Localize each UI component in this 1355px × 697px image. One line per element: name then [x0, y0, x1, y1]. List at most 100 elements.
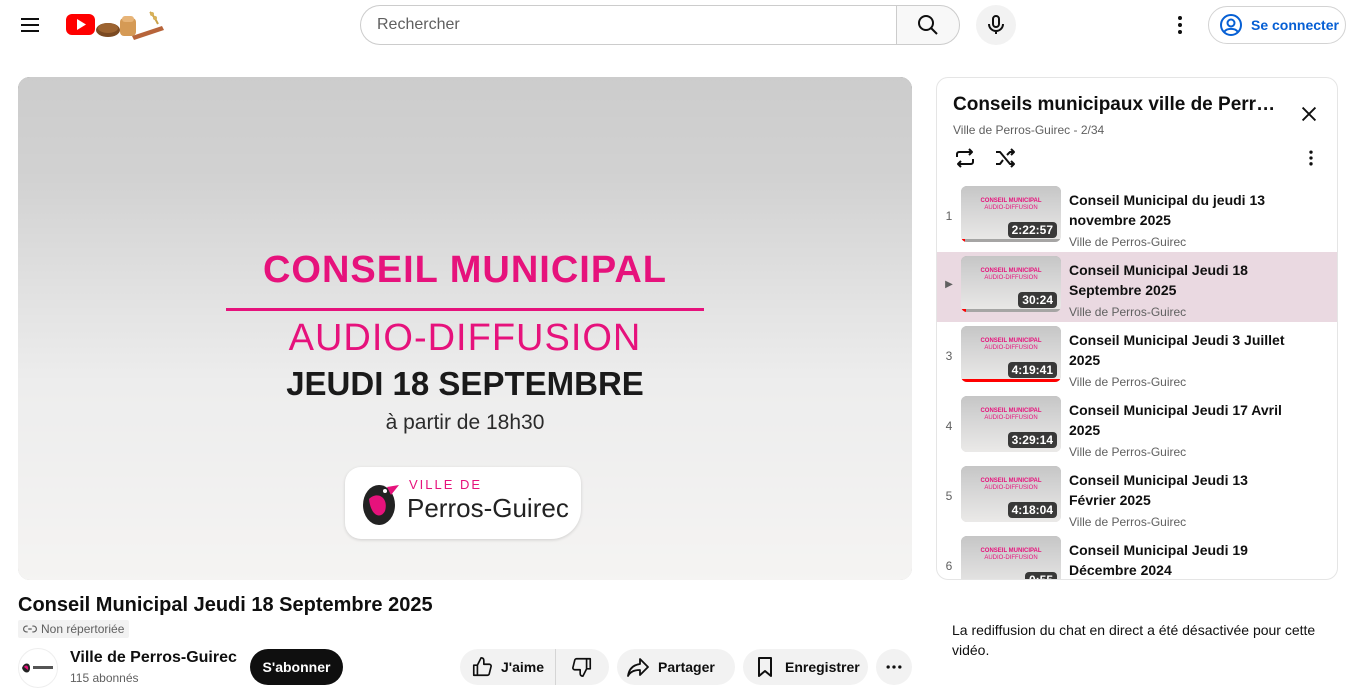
microphone-icon — [988, 15, 1004, 34]
playlist-owner[interactable]: Ville de Perros-Guirec — [953, 123, 1070, 137]
video-player[interactable]: CONSEIL MUNICIPAL AUDIO-DIFFUSION JEUDI … — [18, 77, 912, 580]
playlist-item-channel: Ville de Perros-Guirec — [1069, 305, 1187, 319]
thumbnail-line-1: CONSEIL MUNICIPAL — [980, 408, 1042, 414]
thumbs-up-icon — [472, 657, 492, 677]
shuffle-button[interactable] — [991, 144, 1019, 172]
menu-button[interactable] — [10, 5, 50, 45]
close-playlist-button[interactable] — [1293, 98, 1325, 130]
visibility-badge: Non répertoriée — [18, 620, 130, 638]
thumbnail-progress — [961, 239, 965, 242]
youtube-logo[interactable] — [66, 8, 166, 42]
save-label: Enregistrer — [785, 659, 860, 675]
playlist-item-title[interactable]: Conseil Municipal Jeudi 3 Juillet 2025 — [1069, 330, 1289, 370]
thumbnail-line-2: AUDIO-DIFFUSION — [984, 345, 1038, 351]
like-button[interactable]: J'aime — [460, 649, 556, 685]
voice-search-button[interactable] — [976, 5, 1016, 45]
playlist-item-index: 4 — [945, 419, 953, 433]
thumbnail-progress — [961, 309, 966, 312]
search-input[interactable] — [377, 16, 897, 34]
playlist-item-duration: 0:55 — [1024, 572, 1057, 579]
playlist-item-thumbnail[interactable]: CONSEIL MUNICIPAL AUDIO-DIFFUSION 4:18:04 — [961, 466, 1061, 522]
playlist-item-title[interactable]: Conseil Municipal Jeudi 19 Décembre 2024 — [1069, 540, 1289, 579]
playlist-item-thumbnail[interactable]: CONSEIL MUNICIPAL AUDIO-DIFFUSION 30:24 — [961, 256, 1061, 312]
thumbnail-line-1: CONSEIL MUNICIPAL — [980, 548, 1042, 554]
search-box[interactable] — [360, 5, 897, 45]
subscribe-button[interactable]: S'abonner — [250, 649, 343, 685]
playlist-item-title[interactable]: Conseil Municipal Jeudi 17 Avril 2025 — [1069, 400, 1289, 440]
playlist-position: 2/34 — [1080, 123, 1105, 137]
city-logo-top: VILLE DE — [409, 477, 483, 492]
close-icon — [1301, 106, 1317, 122]
like-label: J'aime — [501, 659, 545, 675]
more-vert-icon — [1309, 150, 1313, 166]
poster-time: à partir de 18h30 — [385, 411, 545, 434]
thumbnail-line-2: AUDIO-DIFFUSION — [984, 205, 1038, 211]
share-label: Partager — [658, 659, 715, 675]
playlist-item-duration: 4:18:04 — [1007, 502, 1057, 518]
channel-name[interactable]: Ville de Perros-Guirec — [70, 649, 237, 667]
visibility-label: Non répertoriée — [41, 622, 125, 636]
more-actions-button[interactable] — [876, 649, 912, 685]
playlist-item-thumbnail[interactable]: CONSEIL MUNICIPAL AUDIO-DIFFUSION 3:29:14 — [961, 396, 1061, 452]
like-dislike-group: J'aime — [460, 649, 609, 685]
thumbnail-line-2: AUDIO-DIFFUSION — [984, 555, 1038, 561]
thumbnail-progress — [961, 379, 1061, 382]
video-title: Conseil Municipal Jeudi 18 Septembre 202… — [18, 594, 433, 616]
playlist-item-title[interactable]: Conseil Municipal Jeudi 13 Février 2025 — [1069, 470, 1289, 510]
playlist-item-thumbnail[interactable]: CONSEIL MUNICIPAL AUDIO-DIFFUSION 4:19:41 — [961, 326, 1061, 382]
playlist-item[interactable]: 5 CONSEIL MUNICIPAL AUDIO-DIFFUSION 4:18:04… — [937, 462, 1337, 532]
city-logo: VILLE DE Perros-Guirec — [345, 467, 581, 539]
playlist-item-channel: Ville de Perros-Guirec — [1069, 445, 1187, 459]
thumbnail-line-1: CONSEIL MUNICIPAL — [980, 338, 1042, 344]
loop-icon — [956, 148, 974, 168]
sign-in-button[interactable]: Se connecter — [1208, 6, 1346, 44]
channel-logo-icon — [22, 663, 53, 673]
city-logo-name: Perros-Guirec — [407, 493, 569, 523]
thumbnail-line-2: AUDIO-DIFFUSION — [984, 485, 1038, 491]
playlist-item[interactable]: 3 CONSEIL MUNICIPAL AUDIO-DIFFUSION 4:19:41… — [937, 322, 1337, 392]
link-icon — [23, 625, 37, 633]
chat-disabled-note: La rediffusion du chat en direct a été d… — [952, 622, 1316, 658]
more-horiz-icon — [886, 665, 902, 669]
share-icon — [627, 658, 649, 677]
search-button[interactable] — [896, 5, 960, 45]
dislike-button[interactable] — [556, 649, 608, 685]
loop-button[interactable] — [951, 144, 979, 172]
playlist-item-index: 3 — [945, 349, 953, 363]
playlist-more-button[interactable] — [1297, 144, 1325, 172]
playlist-item-index: 5 — [945, 489, 953, 503]
playlist-item-duration: 4:19:41 — [1007, 362, 1057, 378]
subscriber-count: 115 abonnés — [70, 671, 139, 685]
account-icon — [1220, 14, 1242, 36]
playlist-item-duration: 2:22:57 — [1007, 222, 1057, 238]
thumbnail-progress-track — [961, 239, 1061, 242]
playlist-item-thumbnail[interactable]: CONSEIL MUNICIPAL AUDIO-DIFFUSION 0:55 — [961, 536, 1061, 579]
shuffle-icon — [996, 148, 1015, 168]
poster-divider — [226, 308, 704, 311]
save-button[interactable]: Enregistrer — [743, 649, 868, 685]
search-icon — [918, 15, 938, 35]
thumbnail-line-1: CONSEIL MUNICIPAL — [980, 198, 1042, 204]
playlist-item[interactable]: ▶ CONSEIL MUNICIPAL AUDIO-DIFFUSION 30:24 Co… — [937, 252, 1337, 322]
playlist-item-channel: Ville de Perros-Guirec — [1069, 375, 1187, 389]
playlist-item-title[interactable]: Conseil Municipal du jeudi 13 novembre 2… — [1069, 190, 1289, 230]
playlist-meta: Ville de Perros-Guirec - 2/34 — [953, 123, 1104, 137]
playlist-item-index: 6 — [945, 559, 953, 573]
settings-menu-button[interactable] — [1160, 5, 1200, 45]
playlist-item[interactable]: 1 CONSEIL MUNICIPAL AUDIO-DIFFUSION 2:22:57… — [937, 182, 1337, 252]
playlist-item-channel: Ville de Perros-Guirec — [1069, 515, 1187, 529]
playlist-item-title[interactable]: Conseil Municipal Jeudi 18 Septembre 202… — [1069, 260, 1289, 300]
playlist-separator: - — [1073, 123, 1081, 137]
playlist-item-thumbnail[interactable]: CONSEIL MUNICIPAL AUDIO-DIFFUSION 2:22:57 — [961, 186, 1061, 242]
playlist-items: 1 CONSEIL MUNICIPAL AUDIO-DIFFUSION 2:22:57… — [937, 182, 1337, 579]
channel-avatar[interactable] — [18, 648, 58, 688]
playlist-item-channel: Ville de Perros-Guirec — [1069, 235, 1187, 249]
playlist-panel: Conseils municipaux ville de Perros-Guir… — [936, 77, 1338, 580]
share-button[interactable]: Partager — [617, 649, 735, 685]
playlist-item[interactable]: 4 CONSEIL MUNICIPAL AUDIO-DIFFUSION 3:29:14… — [937, 392, 1337, 462]
thumbnail-progress-track — [961, 309, 1061, 312]
thumbs-down-icon — [572, 657, 592, 677]
poster-subtitle: AUDIO-DIFFUSION — [288, 317, 642, 359]
playlist-item[interactable]: 6 CONSEIL MUNICIPAL AUDIO-DIFFUSION 0:55 Con… — [937, 532, 1337, 579]
playlist-title[interactable]: Conseils municipaux ville de Perros-Guir… — [953, 94, 1283, 116]
